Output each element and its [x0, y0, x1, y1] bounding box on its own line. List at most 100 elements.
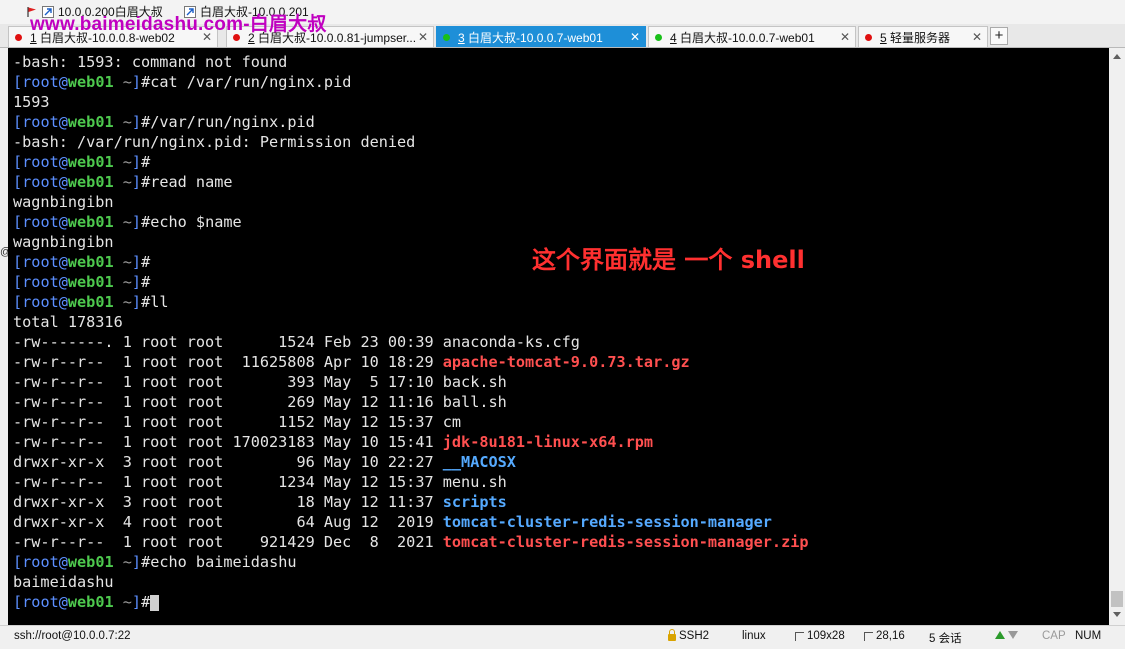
terminal-text-segment: total 178316 [13, 313, 123, 331]
terminal-text-segment: back.sh [442, 373, 507, 391]
resize-icon [795, 631, 804, 641]
upload-arrow-icon [995, 631, 1005, 639]
terminal-text-segment: -rw-r--r-- 1 root root 1152 May 12 15:37 [13, 413, 443, 431]
terminal-text-segment: root [22, 553, 59, 571]
status-size: 109x28 [795, 630, 845, 642]
terminal-text-segment: @ [58, 113, 68, 131]
tab-session-4[interactable]: 4 白眉大叔-10.0.0.7-web01 ✕ [648, 26, 856, 47]
terminal-screen[interactable]: -bash: 1593: command not found [root@web0… [8, 48, 1109, 625]
terminal-text-segment: ~ [113, 293, 132, 311]
terminal-text-segment: web01 [67, 213, 114, 231]
terminal-text-segment: web01 [67, 553, 114, 571]
tab-session-5[interactable]: 5 轻量服务器 ✕ [858, 26, 988, 47]
status-cursor-label: 28,16 [876, 630, 905, 642]
terminal-line: baimeidashu [13, 572, 809, 592]
terminal-line: -rw-r--r-- 1 root root 170023183 May 10 … [13, 432, 809, 452]
scroll-up-icon[interactable] [1113, 54, 1121, 59]
close-tab-icon[interactable]: ✕ [418, 30, 428, 44]
terminal-text-segment: web01 [67, 113, 114, 131]
terminal-text-segment: wagnbingibn [13, 193, 114, 211]
terminal-text-segment: ] [131, 73, 142, 91]
vertical-scrollbar[interactable] [1109, 48, 1125, 625]
tab-label: 5 轻量服务器 [880, 29, 950, 46]
tab-session-3[interactable]: 3 白眉大叔-10.0.0.7-web01 ✕ [436, 26, 646, 47]
close-tab-icon[interactable]: ✕ [630, 30, 640, 44]
terminal-line: drwxr-xr-x 3 root root 18 May 12 11:37 s… [13, 492, 809, 512]
tab-number: 3 [458, 30, 465, 45]
scroll-thumb[interactable] [1111, 591, 1123, 607]
terminal-text-segment: @ [58, 153, 68, 171]
terminal-line: -rw-r--r-- 1 root root 11625808 Apr 10 1… [13, 352, 809, 372]
terminal-text-segment: #read name [141, 173, 233, 191]
terminal-text-segment: ~ [113, 213, 132, 231]
terminal-text-segment: web01 [67, 593, 114, 611]
terminal-text-segment: drwxr-xr-x 3 root root 96 May 10 22:27 [13, 453, 443, 471]
terminal-text-segment: ] [131, 593, 142, 611]
terminal-text-segment: drwxr-xr-x 3 root root 18 May 12 11:37 [13, 493, 443, 511]
terminal-text-segment: @ [58, 173, 68, 191]
close-tab-icon[interactable]: ✕ [972, 30, 982, 44]
terminal-line: -bash: /var/run/nginx.pid: Permission de… [13, 132, 809, 152]
terminal-text-segment: web01 [67, 73, 114, 91]
terminal-text-segment: ] [131, 153, 142, 171]
terminal-text-segment: ] [131, 253, 142, 271]
terminal-text-segment: root [22, 113, 59, 131]
terminal-text-segment: scripts [442, 493, 507, 511]
terminal-text-segment: #echo $name [141, 213, 242, 231]
terminal-text-segment: # [141, 253, 151, 271]
close-tab-icon[interactable]: ✕ [840, 30, 850, 44]
tab-title: 轻量服务器 [886, 30, 951, 45]
status-bar: ssh://root@10.0.0.7:22 SSH2 linux 109x28… [0, 625, 1125, 649]
left-panel-edge: @ [0, 48, 11, 625]
terminal-text-segment: [ [13, 73, 23, 91]
terminal-text-segment: anaconda-ks.cfg [442, 333, 580, 351]
lock-icon [668, 629, 676, 641]
terminal-line: [root@web01 ~]# [13, 272, 809, 292]
terminal-line: -bash: 1593: command not found [13, 52, 809, 72]
connection-status-dot-icon [655, 33, 662, 41]
terminal-text-segment: web01 [67, 273, 114, 291]
terminal-text-segment: # [141, 593, 151, 611]
terminal-text-segment: ~ [113, 593, 132, 611]
terminal-text-segment: -rw-r--r-- 1 root root 269 May 12 11:16 [13, 393, 443, 411]
status-protocol: SSH2 [668, 629, 709, 642]
terminal-line: [root@web01 ~]#/var/run/nginx.pid [13, 112, 809, 132]
terminal-text-segment: ~ [113, 153, 132, 171]
terminal-line: -rw-r--r-- 1 root root 269 May 12 11:16 … [13, 392, 809, 412]
terminal-line: [root@web01 ~]#read name [13, 172, 809, 192]
terminal-text-segment: ] [131, 173, 142, 191]
terminal-cursor [150, 594, 160, 611]
terminal-text-segment: root [22, 173, 59, 191]
terminal-text-segment: @ [58, 293, 68, 311]
add-tab-button[interactable]: + [990, 27, 1008, 45]
terminal-line: [root@web01 ~]#ll [13, 292, 809, 312]
terminal-text-segment: root [22, 213, 59, 231]
cursor-position-icon [864, 631, 873, 641]
tab-label: 3 白眉大叔-10.0.0.7-web01 [458, 29, 603, 46]
status-sessions[interactable]: 5 会话 [929, 630, 962, 646]
scroll-down-icon[interactable] [1113, 612, 1121, 617]
status-terminal-type: linux [742, 630, 766, 642]
terminal-text-segment: @ [58, 593, 68, 611]
terminal-line: [root@web01 ~]# [13, 592, 809, 612]
tab-number: 4 [670, 30, 677, 45]
terminal-line: -rw-r--r-- 1 root root 393 May 5 17:10 b… [13, 372, 809, 392]
terminal-text-segment: root [22, 273, 59, 291]
terminal-text-segment: [ [13, 293, 23, 311]
connection-status-dot-icon [865, 33, 872, 41]
terminal-line: wagnbingibn [13, 192, 809, 212]
terminal-text-segment: -rw-r--r-- 1 root root 1234 May 12 15:37 [13, 473, 443, 491]
terminal-text-segment: ~ [113, 173, 132, 191]
terminal-text-segment: root [22, 253, 59, 271]
terminal-text-segment: @ [58, 553, 68, 571]
terminal-text-segment: ~ [113, 253, 132, 271]
terminal-text-segment: #/var/run/nginx.pid [141, 113, 315, 131]
terminal-text-segment: ball.sh [442, 393, 507, 411]
terminal-text-segment: @ [58, 213, 68, 231]
terminal-text-segment: [ [13, 113, 23, 131]
terminal-line: 1593 [13, 92, 809, 112]
terminal-output: -bash: 1593: command not found [root@web0… [13, 52, 809, 612]
status-caps: CAP [1042, 630, 1066, 642]
connection-status-dot-icon [15, 33, 22, 41]
terminal-text-segment: [ [13, 553, 23, 571]
